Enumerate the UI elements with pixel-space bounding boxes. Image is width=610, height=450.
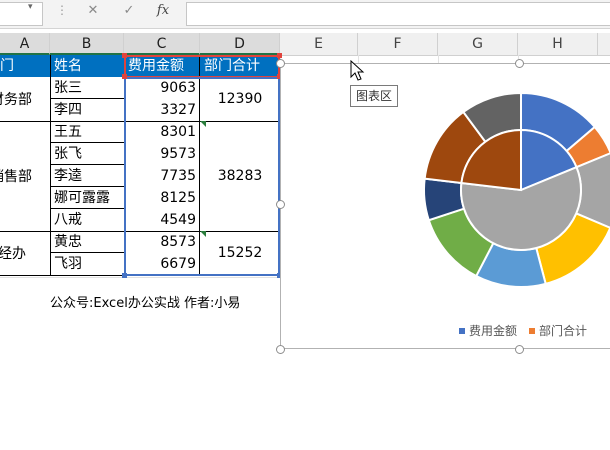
data-range-highlight <box>124 77 280 276</box>
legend-swatch <box>459 327 465 334</box>
dept-cell[interactable]: 销售部 <box>0 121 50 231</box>
chart-resize-handle[interactable] <box>276 59 285 68</box>
legend-swatch <box>529 327 536 334</box>
cancel-icon[interactable]: ✕ <box>82 3 104 23</box>
name-cell[interactable]: 张飞 <box>50 143 124 165</box>
name-cell[interactable]: 娜可露露 <box>50 187 124 209</box>
name-cell[interactable]: 李逵 <box>50 165 124 187</box>
legend-item[interactable]: 费用金额 <box>459 322 517 339</box>
formula-bar: ▾ ⋮ ✕ ✓ fx <box>0 0 610 29</box>
chart-area[interactable]: 费用金额 部门合计 <box>280 63 610 349</box>
column-header-i[interactable] <box>598 33 610 55</box>
table-border <box>50 252 124 253</box>
name-cell[interactable]: 王五 <box>50 121 124 143</box>
name-cell[interactable]: 飞羽 <box>50 253 124 275</box>
doughnut-chart[interactable] <box>281 64 610 350</box>
chart-resize-handle[interactable] <box>515 59 524 68</box>
confirm-icon[interactable]: ✓ <box>118 3 140 23</box>
name-cell[interactable]: 张三 <box>50 77 124 99</box>
chart-area-tooltip: 图表区 <box>350 85 399 107</box>
formula-input[interactable] <box>186 2 610 26</box>
name-box-dropdown-icon[interactable]: ▾ <box>28 2 33 12</box>
footnote-text: 公众号:Excel办公实战 作者:小易 <box>50 296 241 311</box>
name-cell[interactable]: 黄忠 <box>50 231 124 253</box>
range-handle[interactable] <box>122 74 127 79</box>
table-border <box>50 208 124 209</box>
table-border <box>50 98 124 99</box>
range-handle[interactable] <box>122 53 127 58</box>
range-handle[interactable] <box>122 273 127 278</box>
column-header-g[interactable]: G <box>438 33 518 55</box>
column-header-bar: A B C D E F G H <box>0 33 610 56</box>
column-header-b[interactable]: B <box>50 33 124 55</box>
header-cell-name[interactable]: 姓名 <box>50 55 124 77</box>
dept-cell[interactable]: 经办 <box>0 231 50 275</box>
mouse-cursor-icon <box>350 60 365 81</box>
chart-resize-handle[interactable] <box>276 345 285 354</box>
header-cell-dept[interactable]: 门 <box>0 55 50 77</box>
gridline <box>438 55 439 63</box>
legend-label: 费用金额 <box>469 324 518 338</box>
table-border <box>50 186 124 187</box>
column-header-f[interactable]: F <box>358 33 438 55</box>
dept-cell[interactable]: 财务部 <box>0 77 50 121</box>
column-header-e[interactable]: E <box>280 33 358 55</box>
chart-resize-handle[interactable] <box>515 345 524 354</box>
header-range-highlight <box>124 55 280 78</box>
column-header-h[interactable]: H <box>518 33 598 55</box>
chart-resize-handle[interactable] <box>276 200 285 209</box>
table-border <box>50 164 124 165</box>
insert-function-icon[interactable]: fx <box>152 3 174 23</box>
range-handle[interactable] <box>277 53 282 58</box>
legend-item[interactable]: 部门合计 <box>529 322 587 339</box>
gridline <box>0 277 280 278</box>
table-border <box>50 142 124 143</box>
name-box[interactable] <box>0 2 43 26</box>
legend-label: 部门合计 <box>539 324 588 338</box>
column-header-d[interactable]: D <box>200 33 280 55</box>
name-cell[interactable]: 八戒 <box>50 209 124 231</box>
formula-bar-grip-icon: ⋮ <box>56 3 68 17</box>
name-cell[interactable]: 李四 <box>50 99 124 121</box>
column-header-a[interactable]: A <box>0 33 50 55</box>
table-border <box>50 55 51 275</box>
column-header-c[interactable]: C <box>124 33 200 55</box>
chart-legend[interactable]: 费用金额 部门合计 <box>459 322 587 339</box>
